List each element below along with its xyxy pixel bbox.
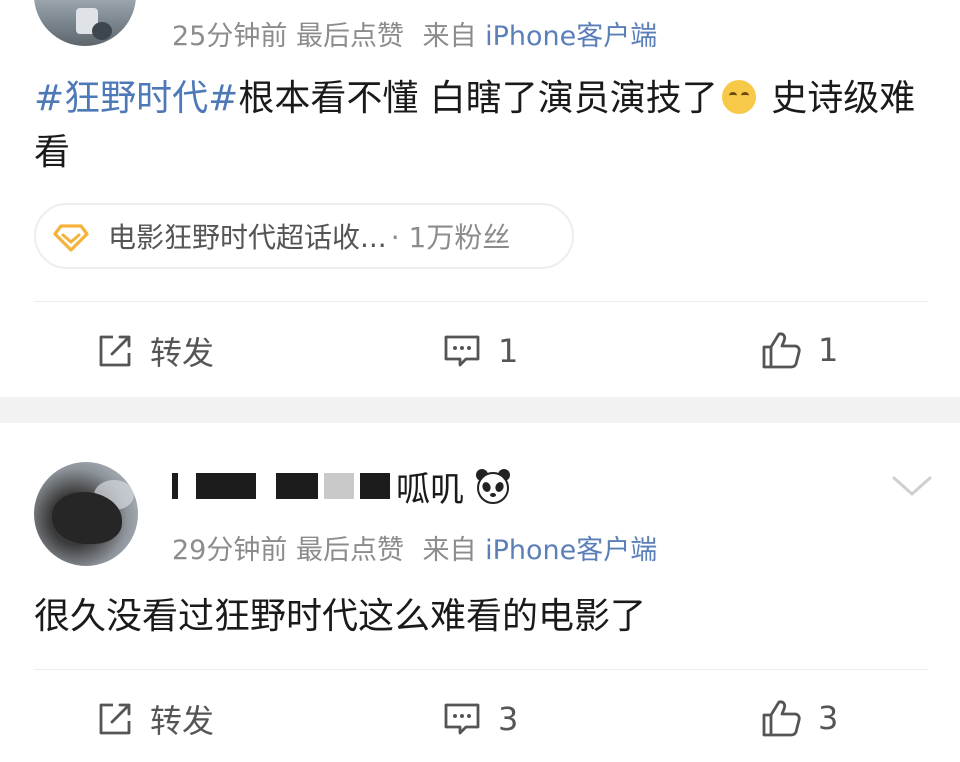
comment-count: 1 — [498, 332, 519, 370]
avatar[interactable] — [34, 462, 138, 566]
avatar-photo-detail — [92, 22, 112, 40]
divider — [34, 669, 928, 670]
redacted-text — [172, 473, 178, 499]
username-suffix: 呱叽 — [396, 469, 464, 510]
comment-count: 3 — [498, 700, 519, 738]
repost-button[interactable]: 转发 — [96, 329, 214, 373]
diamond-icon — [53, 224, 89, 252]
like-count: 3 — [818, 699, 839, 737]
source-client-link[interactable]: iPhone客户端 — [485, 21, 657, 52]
like-button[interactable]: 1 — [760, 327, 838, 373]
repost-icon — [99, 335, 131, 367]
thumbs-up-icon — [762, 332, 801, 369]
username[interactable]: 呱叽 — [172, 462, 512, 510]
supertopic-name: 电影狂野时代超话收... — [108, 221, 387, 254]
post-body: 根本看不懂 白瞎了演员演技了 — [238, 78, 718, 119]
like-count: 1 — [818, 331, 839, 369]
comment-button[interactable]: 3 — [442, 697, 518, 741]
source-client-link[interactable]: iPhone客户端 — [485, 535, 657, 566]
repost-label: 转发 — [150, 702, 215, 740]
repost-label: 转发 — [150, 334, 215, 372]
post-meta: 29分钟前 最后点赞 来自 iPhone客户端 — [172, 528, 657, 567]
source-prefix: 来自 — [422, 21, 477, 52]
post-body: 很久没看过狂野时代这么难看的电影了 — [34, 596, 647, 637]
divider — [34, 301, 928, 302]
thinking-face-emoji — [721, 80, 756, 114]
redacted-text — [276, 473, 318, 499]
post-time: 25分钟前 — [172, 21, 288, 52]
redacted-text — [196, 473, 256, 499]
chevron-down-icon[interactable] — [890, 470, 934, 500]
comment-button[interactable]: 1 — [442, 329, 518, 373]
redacted-text — [360, 473, 390, 499]
repost-button[interactable]: 转发 — [96, 697, 214, 741]
post-meta: 25分钟前 最后点赞 来自 iPhone客户端 — [172, 14, 657, 53]
post-time: 29分钟前 — [172, 535, 288, 566]
supertopic-chip[interactable]: 电影狂野时代超话收... · 1万粉丝 — [34, 203, 574, 269]
panda-emoji — [476, 469, 510, 504]
like-status: 最后点赞 — [295, 535, 404, 566]
source-prefix: 来自 — [422, 535, 477, 566]
like-status: 最后点赞 — [295, 21, 404, 52]
comment-icon — [444, 703, 480, 735]
post-text: #狂野时代#根本看不懂 白瞎了演员演技了 史诗级难看 — [34, 72, 924, 180]
comment-icon — [444, 335, 480, 367]
thumbs-up-icon — [762, 700, 801, 737]
supertopic-fans: · 1万粉丝 — [390, 221, 511, 254]
post-text: 很久没看过狂野时代这么难看的电影了 — [34, 590, 924, 644]
topic-hashtag-link[interactable]: #狂野时代# — [34, 78, 238, 119]
avatar[interactable] — [34, 0, 136, 46]
redacted-text — [324, 473, 354, 499]
repost-icon — [99, 703, 131, 735]
post-separator — [0, 397, 960, 423]
like-button[interactable]: 3 — [760, 695, 838, 741]
